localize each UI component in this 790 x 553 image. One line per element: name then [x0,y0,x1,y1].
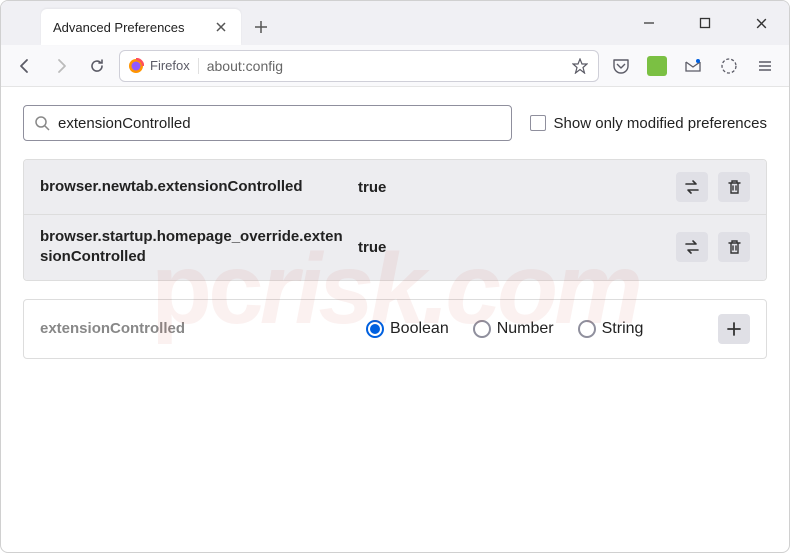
new-preference-name: extensionControlled [40,320,350,337]
search-box[interactable] [23,105,512,141]
radio-label: Number [497,320,554,338]
preference-name: browser.newtab.extensionControlled [40,177,350,197]
close-window-button[interactable] [741,7,781,39]
toggle-icon [683,179,701,195]
show-modified-checkbox[interactable]: Show only modified preferences [530,115,767,132]
maximize-button[interactable] [685,7,725,39]
tab-bar: Advanced Preferences [1,1,789,45]
checkbox-label: Show only modified preferences [554,115,767,132]
extension-icon[interactable] [643,52,671,80]
new-preference-row: extensionControlled Boolean Number Strin… [23,299,767,359]
browser-toolbar: Firefox about:config [1,45,789,87]
radio-number[interactable]: Number [473,320,554,338]
forward-button[interactable] [47,52,75,80]
bookmark-star-icon[interactable] [570,56,590,76]
menu-button[interactable] [751,52,779,80]
type-radio-group: Boolean Number String [366,320,702,338]
trash-icon [727,239,742,255]
tab-title: Advanced Preferences [53,20,205,35]
firefox-icon [128,58,144,74]
delete-button[interactable] [718,232,750,262]
add-button[interactable] [718,314,750,344]
identity-label: Firefox [150,58,190,73]
checkbox-box [530,115,546,131]
preference-value: true [358,239,668,256]
preference-row[interactable]: browser.newtab.extensionControlled true [24,160,766,214]
search-input[interactable] [58,115,501,132]
radio-boolean[interactable]: Boolean [366,320,449,338]
toggle-icon [683,239,701,255]
mail-icon[interactable] [679,52,707,80]
url-bar[interactable]: Firefox about:config [119,50,599,82]
preference-table: browser.newtab.extensionControlled true … [23,159,767,281]
browser-tab[interactable]: Advanced Preferences [41,9,241,45]
new-tab-button[interactable] [245,11,277,43]
plus-icon [727,322,741,336]
account-icon[interactable] [715,52,743,80]
preference-value: true [358,179,668,196]
toggle-button[interactable] [676,172,708,202]
radio-indicator [366,320,384,338]
pocket-icon[interactable] [607,52,635,80]
radio-indicator [473,320,491,338]
preference-row[interactable]: browser.startup.homepage_override.extens… [24,214,766,280]
back-button[interactable] [11,52,39,80]
url-text: about:config [207,58,562,74]
trash-icon [727,179,742,195]
close-tab-icon[interactable] [213,19,229,35]
config-content: Show only modified preferences browser.n… [1,87,789,377]
radio-label: Boolean [390,320,449,338]
radio-indicator [578,320,596,338]
toggle-button[interactable] [676,232,708,262]
delete-button[interactable] [718,172,750,202]
radio-label: String [602,320,644,338]
search-icon [34,115,50,131]
preference-name: browser.startup.homepage_override.extens… [40,227,350,268]
minimize-button[interactable] [629,7,669,39]
site-identity[interactable]: Firefox [128,58,199,74]
radio-string[interactable]: String [578,320,644,338]
reload-button[interactable] [83,52,111,80]
